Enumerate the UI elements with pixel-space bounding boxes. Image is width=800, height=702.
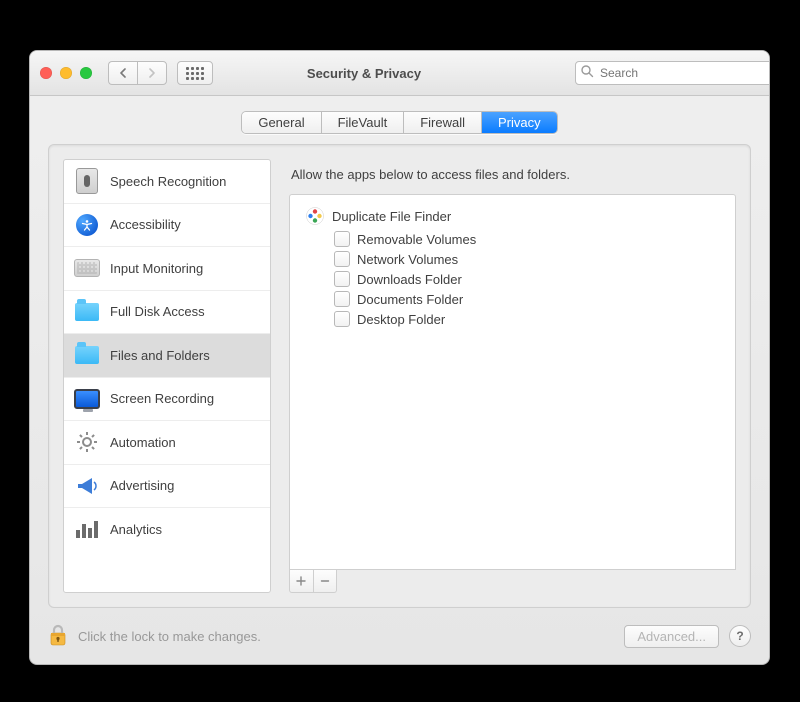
permission-label: Documents Folder xyxy=(357,292,463,307)
search-field-wrap xyxy=(575,61,759,85)
sidebar-item-label: Accessibility xyxy=(110,217,181,232)
app-row[interactable]: Duplicate File Finder xyxy=(306,207,719,225)
help-button[interactable]: ? xyxy=(729,625,751,647)
footer: Click the lock to make changes. Advanced… xyxy=(30,608,769,664)
remove-button[interactable] xyxy=(314,570,337,592)
main-panel: Speech Recognition Accessibility Input M… xyxy=(48,144,751,608)
sidebar-item-label: Speech Recognition xyxy=(110,174,226,189)
sidebar-item-label: Analytics xyxy=(110,522,162,537)
folder-icon xyxy=(74,342,100,368)
permission-row[interactable]: Documents Folder xyxy=(334,291,719,307)
permission-list: Removable Volumes Network Volumes Downlo… xyxy=(334,231,719,327)
checkbox[interactable] xyxy=(334,231,350,247)
folder-icon xyxy=(74,299,100,325)
sidebar-item-files-and-folders[interactable]: Files and Folders xyxy=(64,334,270,378)
sidebar-item-analytics[interactable]: Analytics xyxy=(64,508,270,551)
bar-chart-icon xyxy=(74,516,100,542)
search-input[interactable] xyxy=(575,61,770,85)
permission-label: Removable Volumes xyxy=(357,232,476,247)
sidebar-item-label: Screen Recording xyxy=(110,391,214,406)
checkbox[interactable] xyxy=(334,271,350,287)
checkbox[interactable] xyxy=(334,291,350,307)
lock-area[interactable]: Click the lock to make changes. xyxy=(48,623,261,650)
sidebar-item-full-disk-access[interactable]: Full Disk Access xyxy=(64,291,270,335)
advanced-button[interactable]: Advanced... xyxy=(624,625,719,648)
permission-row[interactable]: Desktop Folder xyxy=(334,311,719,327)
segmented-tabs: General FileVault Firewall Privacy xyxy=(241,111,557,134)
preferences-window: Security & Privacy General FileVault Fir… xyxy=(29,50,770,665)
lock-text: Click the lock to make changes. xyxy=(78,629,261,644)
right-pane: Allow the apps below to access files and… xyxy=(289,159,736,593)
chevron-right-icon xyxy=(148,68,156,78)
megaphone-icon xyxy=(74,473,100,499)
tab-privacy[interactable]: Privacy xyxy=(482,112,557,133)
permission-label: Network Volumes xyxy=(357,252,458,267)
zoom-window-button[interactable] xyxy=(80,67,92,79)
sidebar-item-label: Full Disk Access xyxy=(110,304,205,319)
checkbox[interactable] xyxy=(334,251,350,267)
app-icon xyxy=(306,207,324,225)
search-icon xyxy=(580,64,594,81)
tab-bar: General FileVault Firewall Privacy xyxy=(30,111,769,134)
sidebar-item-advertising[interactable]: Advertising xyxy=(64,465,270,509)
app-name: Duplicate File Finder xyxy=(332,209,451,224)
tab-firewall[interactable]: Firewall xyxy=(404,112,482,133)
microphone-icon xyxy=(74,168,100,194)
monitor-icon xyxy=(74,386,100,412)
sidebar-item-speech-recognition[interactable]: Speech Recognition xyxy=(64,160,270,204)
sidebar-item-automation[interactable]: Automation xyxy=(64,421,270,465)
window-title: Security & Privacy xyxy=(163,66,565,81)
checkbox[interactable] xyxy=(334,311,350,327)
gear-icon xyxy=(74,429,100,455)
add-button[interactable] xyxy=(290,570,314,592)
app-list[interactable]: Duplicate File Finder Removable Volumes … xyxy=(289,194,736,570)
accessibility-icon xyxy=(74,212,100,238)
permission-row[interactable]: Removable Volumes xyxy=(334,231,719,247)
minus-icon xyxy=(320,576,330,586)
minimize-window-button[interactable] xyxy=(60,67,72,79)
tab-filevault[interactable]: FileVault xyxy=(322,112,405,133)
sidebar-item-label: Input Monitoring xyxy=(110,261,203,276)
sidebar-item-label: Advertising xyxy=(110,478,174,493)
close-window-button[interactable] xyxy=(40,67,52,79)
plus-icon xyxy=(296,576,306,586)
permission-label: Downloads Folder xyxy=(357,272,462,287)
permission-row[interactable]: Downloads Folder xyxy=(334,271,719,287)
sidebar-item-screen-recording[interactable]: Screen Recording xyxy=(64,378,270,422)
permission-row[interactable]: Network Volumes xyxy=(334,251,719,267)
sidebar-item-accessibility[interactable]: Accessibility xyxy=(64,204,270,248)
traffic-lights xyxy=(40,67,92,79)
nav-buttons xyxy=(108,61,167,85)
tab-general[interactable]: General xyxy=(242,112,321,133)
list-controls xyxy=(289,570,337,593)
permission-label: Desktop Folder xyxy=(357,312,445,327)
chevron-left-icon xyxy=(119,68,127,78)
sidebar-item-input-monitoring[interactable]: Input Monitoring xyxy=(64,247,270,291)
sidebar-item-label: Files and Folders xyxy=(110,348,210,363)
pane-description: Allow the apps below to access files and… xyxy=(291,167,736,182)
keyboard-icon xyxy=(74,255,100,281)
titlebar: Security & Privacy xyxy=(30,51,769,96)
back-button[interactable] xyxy=(108,61,137,85)
lock-icon xyxy=(48,623,68,650)
sidebar-item-label: Automation xyxy=(110,435,176,450)
privacy-sidebar[interactable]: Speech Recognition Accessibility Input M… xyxy=(63,159,271,593)
